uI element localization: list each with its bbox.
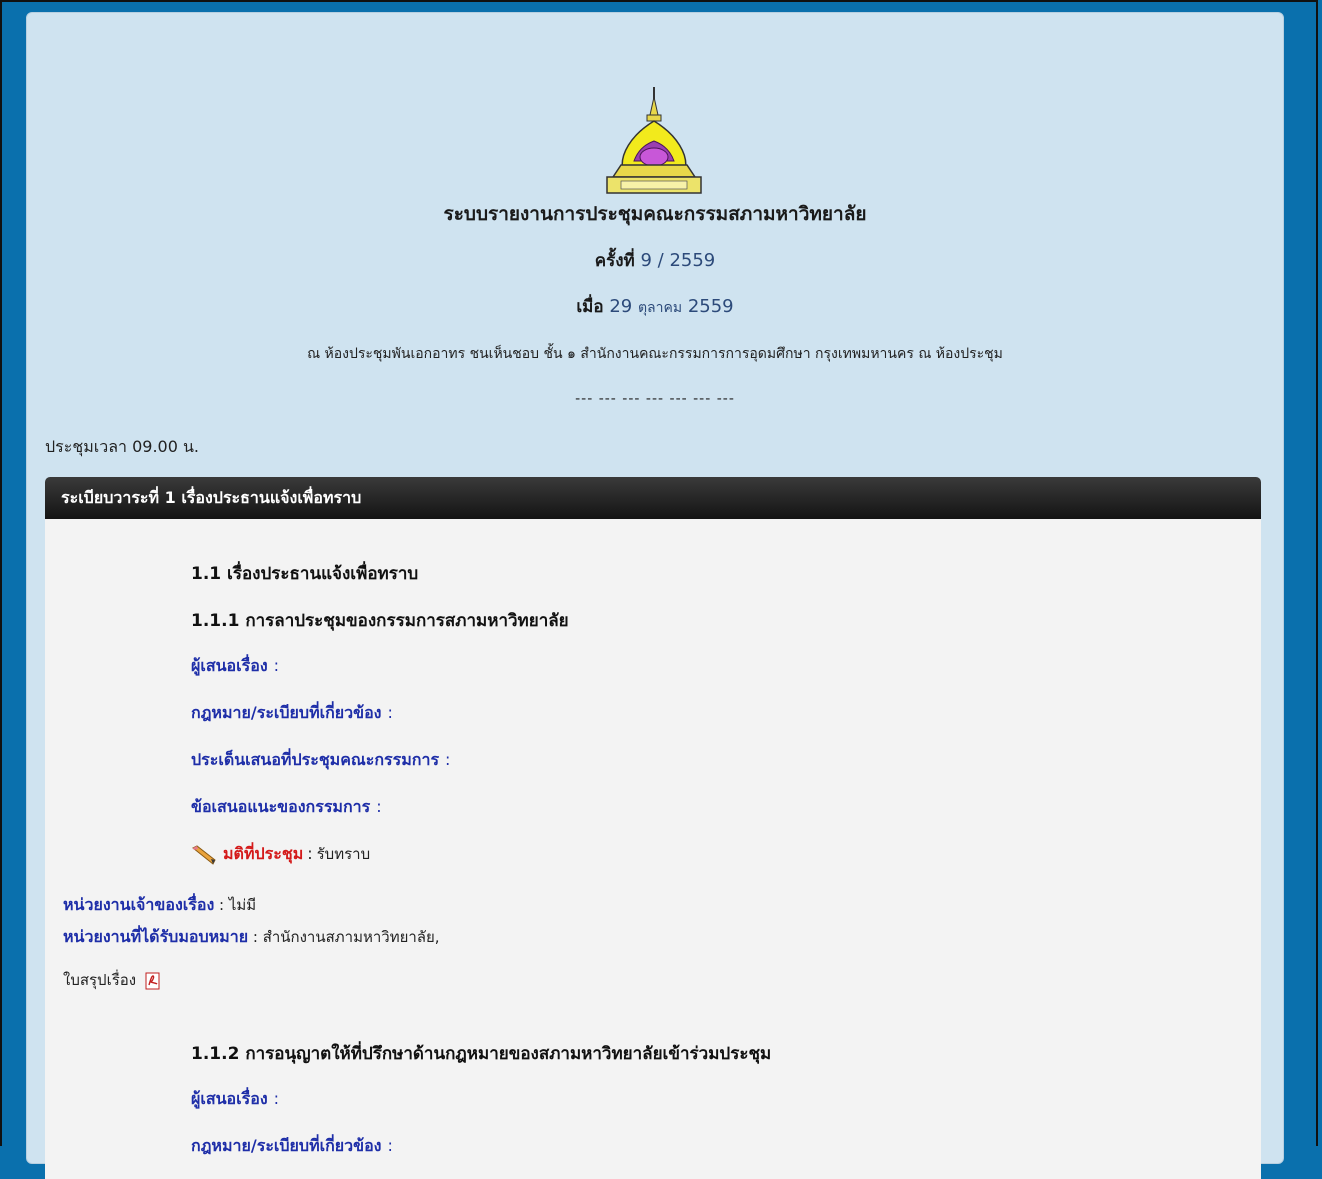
owner-unit: หน่วยงานเจ้าของเรื่อง : ไม่มี xyxy=(63,895,257,914)
suggestion-field: ข้อเสนอแนะของกรรมการ: xyxy=(191,797,382,816)
presenter-field: ผู้เสนอเรื่อง: xyxy=(191,1089,280,1108)
page-title: ระบบรายงานการประชุมคณะกรรมสภามหาวิทยาลัย xyxy=(443,203,867,225)
meeting-number: ครั้งที่ 9 / 2559 xyxy=(27,247,1283,274)
summary-label: ใบสรุปเรื่อง xyxy=(63,971,137,989)
meeting-date-month: ตุลาคม xyxy=(637,300,683,316)
meeting-number-value: 9 / 2559 xyxy=(640,250,716,271)
resolution-value: รับทราบ xyxy=(316,845,371,863)
agenda-section-title: 1.1 เรื่องประธานแจ้งเพื่อทราบ xyxy=(191,564,419,584)
assigned-unit-label: หน่วยงานที่ได้รับมอบหมาย xyxy=(63,927,249,946)
meeting-date: เมื่อ 29 ตุลาคม 2559 xyxy=(27,293,1283,320)
law-label: กฎหมาย/ระเบียบที่เกี่ยวข้อง xyxy=(191,703,382,722)
meeting-number-label: ครั้งที่ xyxy=(594,251,635,271)
agenda-item-title: 1.1.1 การลาประชุมของกรรมการสภามหาวิทยาลั… xyxy=(191,611,569,631)
meeting-date-year: 2559 xyxy=(687,296,734,317)
university-seal-icon xyxy=(606,87,702,194)
owner-unit-label: หน่วยงานเจ้าของเรื่อง xyxy=(63,895,215,914)
assigned-unit: หน่วยงานที่ได้รับมอบหมาย : สำนักงานสภามห… xyxy=(63,927,440,946)
meeting-date-label: เมื่อ xyxy=(576,297,604,317)
report-page: ระบบรายงานการประชุมคณะกรรมสภามหาวิทยาลัย… xyxy=(26,12,1284,1179)
law-field: กฎหมาย/ระเบียบที่เกี่ยวข้อง: xyxy=(191,703,393,722)
pdf-file-icon[interactable] xyxy=(145,972,161,990)
presenter-label: ผู้เสนอเรื่อง xyxy=(191,1089,268,1108)
owner-unit-value: ไม่มี xyxy=(228,896,257,914)
presenter-field: ผู้เสนอเรื่อง: xyxy=(191,656,280,675)
separator: --- --- --- --- --- --- --- xyxy=(575,391,735,407)
law-field: กฎหมาย/ระเบียบที่เกี่ยวข้อง: xyxy=(191,1136,393,1155)
suggestion-label: ข้อเสนอแนะของกรรมการ xyxy=(191,797,371,816)
resolution-label: มติที่ประชุม xyxy=(223,844,304,863)
resolution-field: มติที่ประชุม: รับทราบ xyxy=(191,842,370,867)
assigned-unit-value: สำนักงานสภามหาวิทยาลัย, xyxy=(262,928,440,946)
meeting-date-day: 29 xyxy=(609,296,633,317)
presenter-label: ผู้เสนอเรื่อง xyxy=(191,656,268,675)
meeting-venue: ณ ห้องประชุมพันเอกอาทร ชนเห็นชอบ ชั้น ๑ … xyxy=(307,346,1003,362)
summary-doc: ใบสรุปเรื่อง xyxy=(63,968,161,992)
issue-field: ประเด็นเสนอที่ประชุมคณะกรรมการ: xyxy=(191,750,451,769)
meeting-time: ประชุมเวลา 09.00 น. xyxy=(45,437,199,456)
agenda-header: ระเบียบวาระที่ 1 เรื่องประธานแจ้งเพื่อทร… xyxy=(45,477,1261,519)
pencil-icon xyxy=(192,844,216,865)
agenda-item-title: 1.1.2 การอนุญาตให้ที่ปรึกษาด้านกฎหมายของ… xyxy=(191,1044,772,1064)
issue-label: ประเด็นเสนอที่ประชุมคณะกรรมการ xyxy=(191,750,440,769)
